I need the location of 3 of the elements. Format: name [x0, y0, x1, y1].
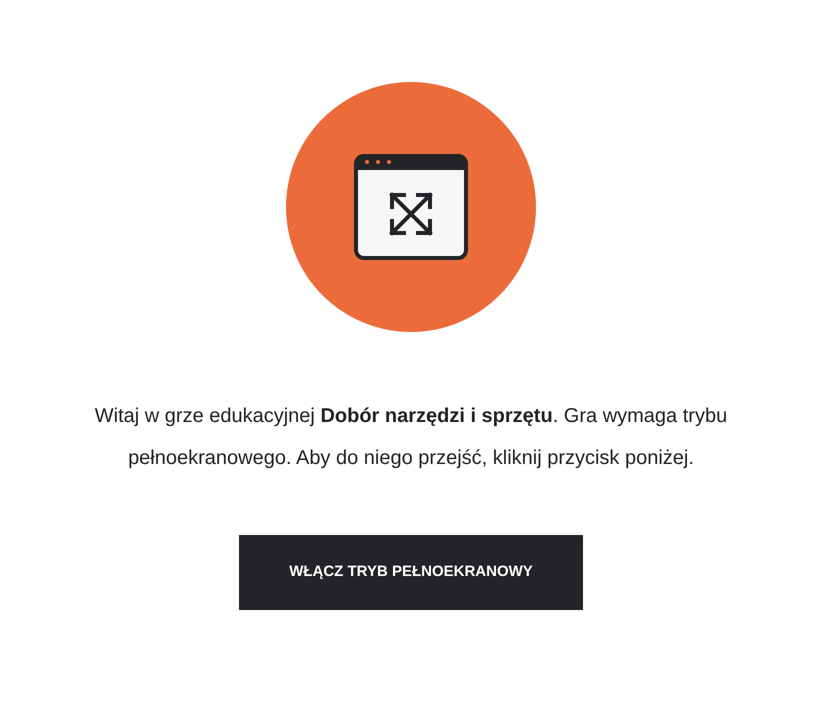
fullscreen-button[interactable]: WŁĄCZ TRYB PEŁNOEKRANOWY: [239, 535, 583, 610]
intro-paragraph: Witaj w grze edukacyjnej Dobór narzędzi i sprzętu. Gra wymaga trybu pełnoekranowego. Aby do niego przejść, kliknij przycisk poniżej.: [94, 404, 728, 471]
fullscreen-window-icon: [354, 154, 468, 260]
